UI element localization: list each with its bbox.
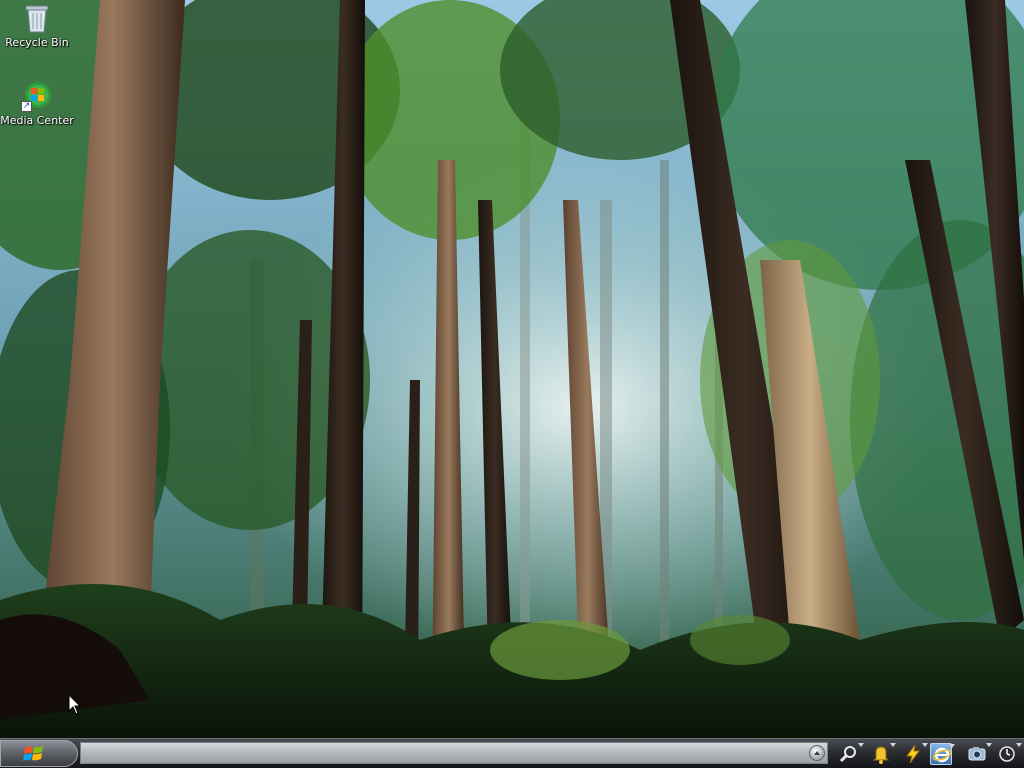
desktop-icon-label: Recycle Bin	[5, 36, 69, 49]
bell-icon[interactable]	[870, 743, 896, 765]
media-center-icon: ↗	[21, 80, 53, 112]
taskbar	[0, 738, 1024, 768]
desktop-icon-media-center[interactable]: ↗ Media Center	[0, 80, 74, 127]
desktop-wallpaper[interactable]	[0, 0, 1024, 738]
desktop-icon-label: Media Center	[0, 114, 74, 127]
taskbar-task-band[interactable]	[80, 742, 828, 764]
windows-logo-icon	[23, 746, 43, 761]
shortcut-arrow-icon: ↗	[21, 101, 32, 112]
mouse-pointer-icon	[68, 693, 82, 716]
lightning-icon[interactable]	[902, 743, 928, 765]
notification-tray	[832, 739, 1024, 768]
desktop-icon-recycle-bin[interactable]: Recycle Bin	[0, 2, 74, 49]
forest-wallpaper-image	[0, 0, 1024, 738]
task-band-scroll-button[interactable]	[809, 745, 825, 761]
start-button[interactable]	[0, 740, 78, 767]
internet-explorer-icon[interactable]	[930, 743, 955, 765]
camera-icon[interactable]	[966, 743, 992, 765]
recycle-bin-icon	[21, 2, 53, 34]
search-icon[interactable]	[838, 743, 864, 765]
clock-icon[interactable]	[996, 743, 1022, 765]
